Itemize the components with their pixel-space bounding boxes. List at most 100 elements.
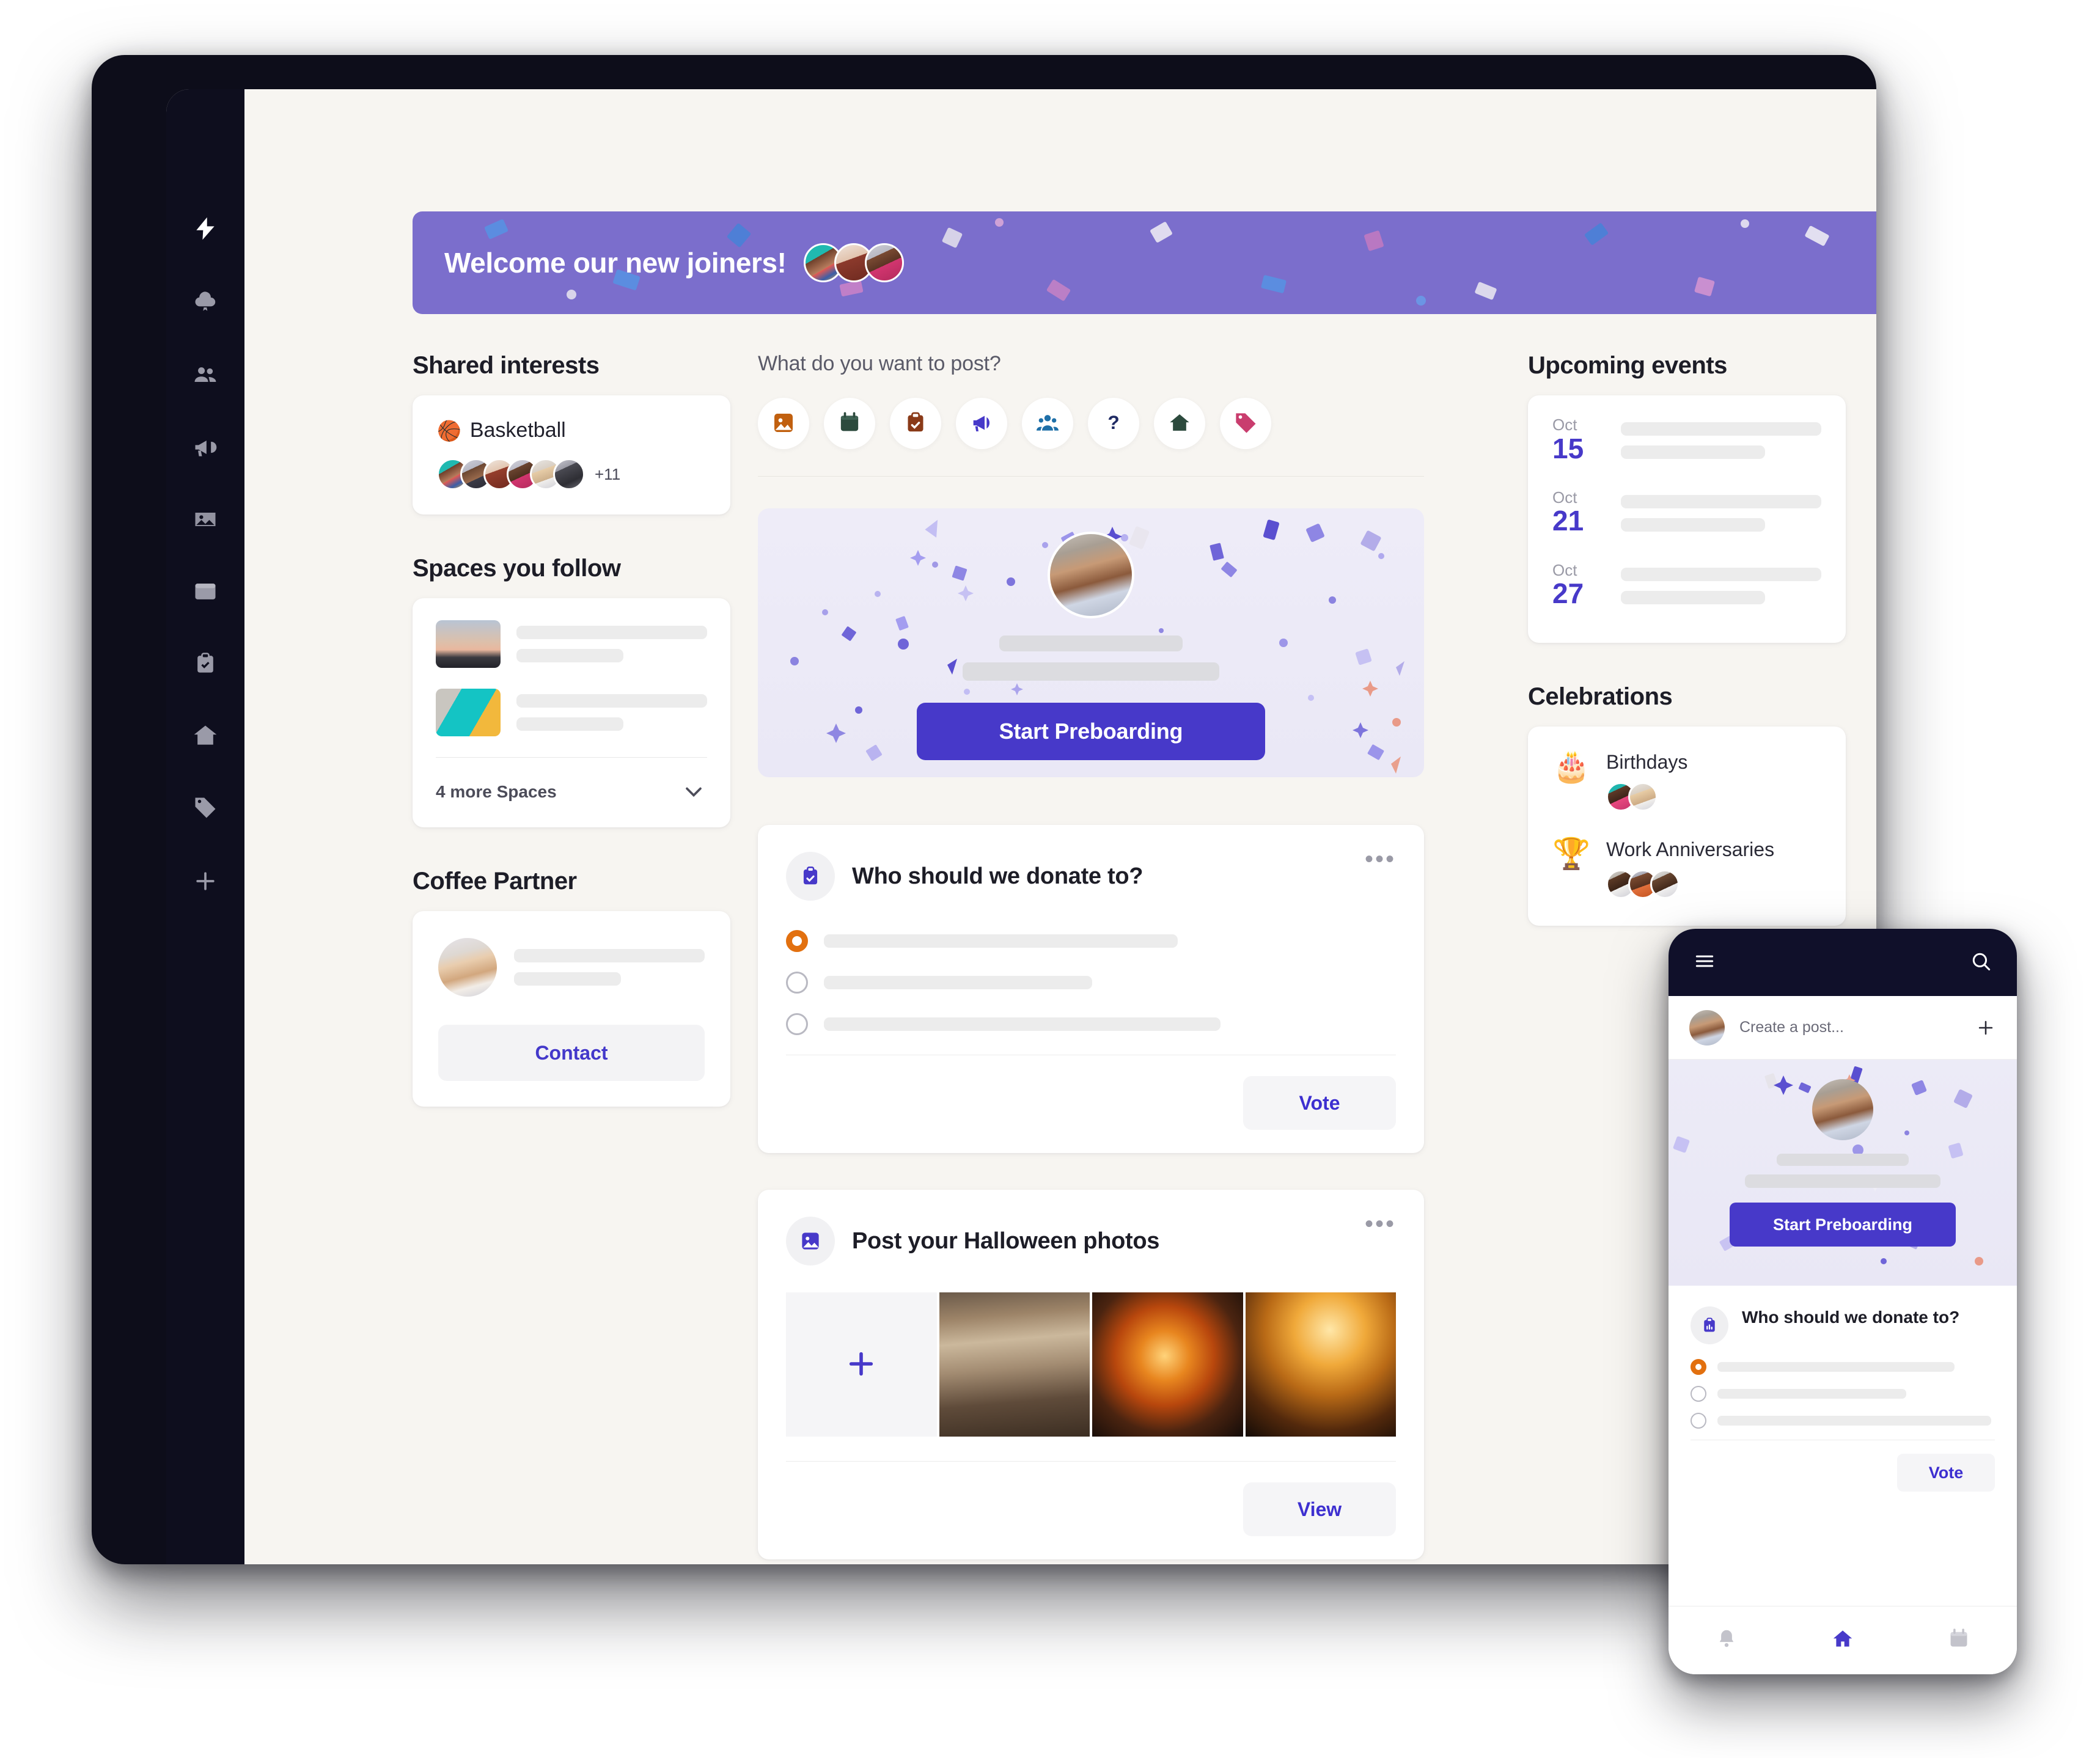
sidebar-item-lightning[interactable] (166, 211, 244, 246)
megaphone-icon (969, 411, 994, 437)
phone-poll-card: Who should we donate to? Vote (1669, 1286, 2017, 1507)
sidebar-item-announcements[interactable] (166, 430, 244, 464)
spaces-more-toggle[interactable]: 4 more Spaces (436, 758, 707, 827)
house-icon (192, 722, 219, 749)
space-text-placeholder (516, 694, 707, 731)
preboarding-subtitle-placeholder (963, 662, 1219, 681)
radio-button[interactable] (1691, 1413, 1706, 1429)
add-photo-button[interactable] (786, 1292, 937, 1437)
bell-icon[interactable] (1715, 1627, 1738, 1654)
poll-option-row[interactable] (1691, 1359, 1995, 1375)
hamburger-menu-icon[interactable] (1693, 950, 1716, 976)
celebration-avatar-group (1606, 869, 1774, 899)
photo-thumbnail[interactable] (1245, 1292, 1396, 1437)
sidebar-item-tags[interactable] (166, 791, 244, 825)
poll-action-row: Vote (786, 1055, 1396, 1130)
create-post-input[interactable]: Create a post... (1739, 1019, 1961, 1036)
shared-interest-card[interactable]: 🏀 Basketball +11 (413, 395, 730, 515)
celebration-body: Work Anniversaries (1606, 838, 1774, 899)
plus-icon[interactable] (1975, 1017, 1996, 1038)
poll-option-row[interactable] (1691, 1413, 1995, 1429)
list-item[interactable] (436, 620, 707, 668)
sidebar-rail (166, 89, 244, 1564)
post-more-options-button[interactable]: ••• (1365, 847, 1396, 871)
birthday-cake-icon: 🎂 (1552, 749, 1591, 783)
view-button[interactable]: View (1243, 1482, 1396, 1536)
poll-option-placeholder (1717, 1416, 1992, 1426)
post-type-home-button[interactable] (1154, 398, 1205, 449)
space-thumbnail (436, 620, 501, 668)
radio-button-selected[interactable] (1691, 1359, 1706, 1375)
search-icon[interactable] (1969, 950, 1992, 976)
sidebar-item-recognition[interactable] (166, 285, 244, 319)
post-type-calendar-button[interactable] (824, 398, 875, 449)
event-row[interactable]: Oct 21 (1552, 489, 1821, 536)
phone-composer[interactable]: Create a post... (1669, 996, 2017, 1060)
coffee-partner-title: Coffee Partner (413, 868, 577, 895)
celebrations-card: 🎂 Birthdays 🏆 Work Anniversaries (1528, 726, 1846, 926)
radio-button[interactable] (786, 972, 808, 994)
home-icon[interactable] (1831, 1627, 1854, 1654)
poll-option-row[interactable] (786, 972, 1396, 994)
composer-prompt: What do you want to post? (758, 352, 1001, 375)
post-type-announcement-button[interactable] (956, 398, 1007, 449)
spaces-more-label: 4 more Spaces (436, 782, 557, 801)
post-type-poll-button[interactable] (890, 398, 941, 449)
photo-post-header: Post your Halloween photos (786, 1217, 1396, 1265)
start-preboarding-button[interactable]: Start Preboarding (917, 703, 1265, 760)
photo-thumbnail[interactable] (1092, 1292, 1243, 1437)
avatar (1689, 1009, 1725, 1046)
sidebar-item-home[interactable] (166, 719, 244, 753)
tag-icon (192, 794, 219, 821)
event-row[interactable]: Oct 15 (1552, 416, 1821, 463)
main-content: Welcome our new joiners! Shared interest… (244, 89, 1876, 1564)
sidebar-item-people[interactable] (166, 358, 244, 392)
calendar-icon[interactable] (1947, 1627, 1970, 1654)
welcome-banner[interactable]: Welcome our new joiners! (413, 211, 1876, 314)
vote-button[interactable]: Vote (1243, 1076, 1396, 1130)
celebration-label: Birthdays (1606, 750, 1688, 773)
celebration-row-work-anniversaries[interactable]: 🏆 Work Anniversaries (1552, 838, 1821, 899)
interest-more-count: +11 (595, 464, 621, 483)
poll-clipboard-icon (1691, 1306, 1728, 1344)
phone-device: Create a post... Start Preboarding Who s… (1669, 929, 2017, 1674)
photo-post-card: ••• Post your Halloween photos View (758, 1190, 1424, 1559)
poll-option-row[interactable] (786, 930, 1396, 952)
banner-avatar-group (803, 243, 904, 282)
event-text-placeholder (1621, 562, 1821, 609)
post-type-image-button[interactable] (758, 398, 809, 449)
start-preboarding-button[interactable]: Start Preboarding (1730, 1203, 1956, 1247)
poll-option-placeholder (824, 934, 1178, 948)
radio-button[interactable] (1691, 1386, 1706, 1402)
list-item[interactable] (436, 689, 707, 736)
poll-post-card: ••• Who should we donate to? Vote (758, 825, 1424, 1153)
trophy-icon: 🏆 (1552, 836, 1591, 871)
people-group-icon (1035, 411, 1060, 437)
svg-text:?: ? (1107, 411, 1119, 433)
sidebar-item-add[interactable] (166, 864, 244, 898)
radio-button[interactable] (786, 1013, 808, 1035)
plus-icon (844, 1347, 878, 1383)
poll-option-row[interactable] (1691, 1386, 1995, 1402)
sidebar-item-media[interactable] (166, 502, 244, 537)
shared-interests-title: Shared interests (413, 352, 600, 379)
post-more-options-button[interactable]: ••• (1365, 1212, 1396, 1236)
phone-preboarding-content: Start Preboarding (1669, 1060, 2017, 1286)
post-type-tag-button[interactable] (1220, 398, 1271, 449)
chevron-down-icon (680, 778, 707, 805)
celebration-row-birthdays[interactable]: 🎂 Birthdays (1552, 751, 1821, 811)
radio-button-selected[interactable] (786, 930, 808, 952)
sidebar-item-calendar[interactable] (166, 574, 244, 609)
event-date: Oct 21 (1552, 489, 1605, 536)
vote-button[interactable]: Vote (1897, 1454, 1995, 1492)
sidebar-item-tasks[interactable] (166, 646, 244, 681)
avatar (1048, 532, 1134, 618)
post-type-group-button[interactable] (1022, 398, 1073, 449)
poll-option-row[interactable] (786, 1013, 1396, 1035)
photo-thumbnail[interactable] (939, 1292, 1090, 1437)
contact-button[interactable]: Contact (438, 1025, 705, 1081)
event-row[interactable]: Oct 27 (1552, 562, 1821, 609)
poll-post-title: Who should we donate to? (852, 863, 1144, 889)
house-icon (1167, 411, 1192, 437)
post-type-question-button[interactable]: ? (1088, 398, 1139, 449)
